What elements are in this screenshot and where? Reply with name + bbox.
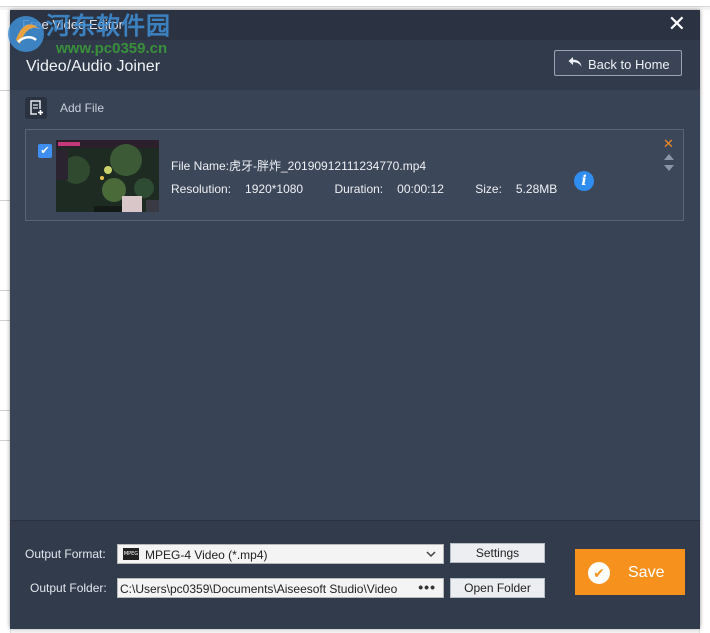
output-format-select[interactable]: MPEG MPEG-4 Video (*.mp4) <box>117 544 444 564</box>
mpeg-format-icon: MPEG <box>123 548 139 560</box>
background-top-edge <box>0 0 710 7</box>
back-to-home-button[interactable]: Back to Home <box>554 50 682 76</box>
move-down-icon[interactable] <box>664 165 674 171</box>
background-divider <box>0 320 10 321</box>
file-name-label: File Name: <box>171 159 230 173</box>
add-file-icon <box>25 97 47 119</box>
file-list-item[interactable]: ✔ File Name:虎牙-胖炸_20190912111234770.mp4 <box>25 129 684 221</box>
background-divider <box>0 200 10 201</box>
chevron-down-icon <box>425 546 437 565</box>
joiner-dialog: Free Video Editor ✕ Video/Audio Joiner B… <box>10 10 700 629</box>
settings-button[interactable]: Settings <box>450 543 545 563</box>
resolution-field: Resolution: 1920*1080 <box>171 182 317 196</box>
info-icon[interactable]: i <box>574 171 594 191</box>
background-divider <box>0 290 10 291</box>
background-divider <box>0 410 10 411</box>
save-label: Save <box>628 564 665 581</box>
file-name-value: 虎牙-胖炸_20190912111234770.mp4 <box>229 159 427 173</box>
back-to-home-label: Back to Home <box>588 57 670 72</box>
open-folder-button[interactable]: Open Folder <box>450 578 545 598</box>
duration-field: Duration: 00:00:12 <box>334 182 457 196</box>
save-button[interactable]: ✔ Save <box>575 549 685 595</box>
duration-label: Duration: <box>334 182 384 196</box>
size-value: 5.28MB <box>515 182 558 196</box>
remove-file-icon[interactable]: ✕ <box>663 137 674 150</box>
background-divider <box>0 90 10 91</box>
resolution-label: Resolution: <box>171 182 232 196</box>
output-format-label: Output Format: <box>25 547 106 561</box>
browse-folder-icon[interactable]: ••• <box>418 579 436 595</box>
size-label: Size: <box>475 182 502 196</box>
output-folder-label: Output Folder: <box>30 581 107 595</box>
add-file-label: Add File <box>60 101 105 115</box>
resolution-value: 1920*1080 <box>245 182 304 196</box>
file-name-line: File Name:虎牙-胖炸_20190912111234770.mp4 <box>171 157 426 174</box>
duration-value: 00:00:12 <box>397 182 444 196</box>
move-up-icon[interactable] <box>664 154 674 160</box>
output-format-value: MPEG-4 Video (*.mp4) <box>145 548 268 562</box>
reply-arrow-icon <box>567 54 583 74</box>
close-icon[interactable]: ✕ <box>668 13 686 35</box>
file-checkbox[interactable]: ✔ <box>38 144 52 158</box>
window-title: Free Video Editor <box>22 17 123 32</box>
file-meta-line: Resolution: 1920*1080 Duration: 00:00:12 S… <box>171 182 585 196</box>
checkmark-icon: ✔ <box>588 562 610 584</box>
background-divider <box>0 440 10 441</box>
title-bar: Free Video Editor ✕ <box>10 10 700 40</box>
output-folder-value: C:\Users\pc0359\Documents\Aiseesoft Stud… <box>120 582 398 596</box>
background-right-edge <box>699 10 710 633</box>
video-thumbnail <box>56 140 159 212</box>
output-footer: Output Format: MPEG MPEG-4 Video (*.mp4)… <box>10 520 700 629</box>
size-field: Size: 5.28MB <box>475 182 571 196</box>
header-bar: Video/Audio Joiner Back to Home <box>10 40 700 90</box>
output-folder-field[interactable]: C:\Users\pc0359\Documents\Aiseesoft Stud… <box>117 578 444 598</box>
page-title: Video/Audio Joiner <box>26 58 161 75</box>
